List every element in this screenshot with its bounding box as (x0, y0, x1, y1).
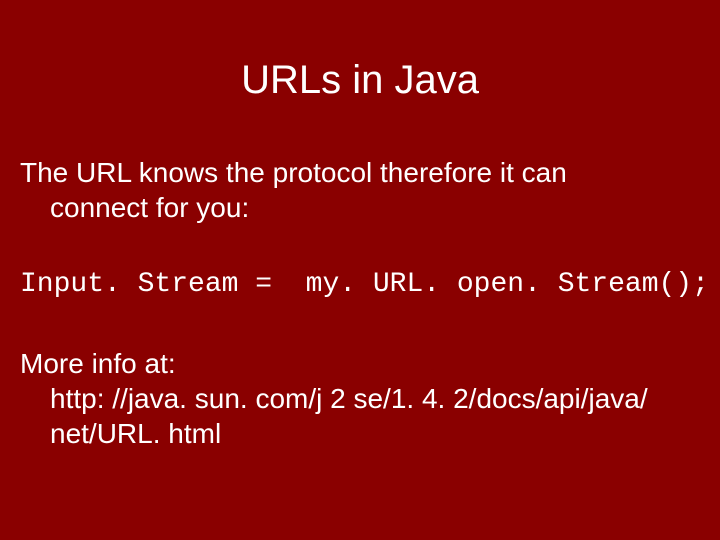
intro-line-2: connect for you: (20, 190, 700, 225)
more-info-url-line-1: http: //java. sun. com/j 2 se/1. 4. 2/do… (20, 381, 700, 416)
intro-line-1: The URL knows the protocol therefore it … (20, 155, 700, 190)
more-info-paragraph: More info at: http: //java. sun. com/j 2… (20, 346, 700, 451)
slide-title: URLs in Java (20, 0, 700, 155)
more-info-url-line-2: net/URL. html (20, 416, 700, 451)
intro-paragraph: The URL knows the protocol therefore it … (20, 155, 700, 225)
code-line: Input. Stream = my. URL. open. Stream(); (20, 269, 700, 300)
slide: URLs in Java The URL knows the protocol … (0, 0, 720, 540)
more-info-label: More info at: (20, 348, 176, 379)
